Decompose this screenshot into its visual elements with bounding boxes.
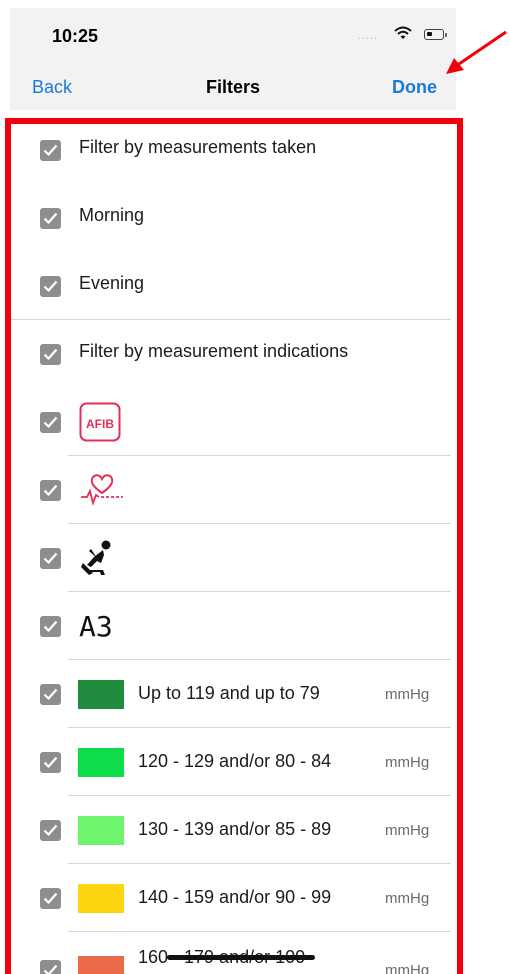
page-title: Filters — [205, 77, 261, 97]
afib-icon: AFIB — [79, 402, 121, 442]
range-label: 140 - 159 and/or 90 - 99 — [138, 887, 332, 907]
checkbox[interactable] — [40, 820, 61, 841]
section-divider — [11, 319, 451, 320]
row-divider — [68, 523, 451, 524]
row-divider — [68, 591, 451, 592]
checkbox[interactable] — [40, 140, 61, 161]
item-label: Evening — [79, 273, 145, 293]
unit-label: mmHg — [385, 962, 430, 974]
checkbox[interactable] — [40, 960, 61, 974]
filter-evening-row[interactable]: Evening — [11, 253, 457, 320]
status-bar: 10:25 ..... — [10, 8, 456, 55]
range-row[interactable]: 130 - 139 and/or 85 - 89 mmHg — [11, 797, 457, 864]
color-swatch — [78, 748, 124, 777]
color-swatch — [78, 816, 124, 845]
checkbox[interactable] — [40, 752, 61, 773]
filter-measurement-indications-row[interactable]: Filter by measurement indications — [11, 321, 457, 388]
svg-text:A3: A3 — [79, 610, 113, 642]
checkbox[interactable] — [40, 616, 61, 637]
range-row[interactable]: 160 - 179 and/or 100 mmHg — [11, 933, 457, 974]
filter-list: Filter by measurements taken Morning Eve… — [5, 118, 463, 974]
annotation-arrow-icon — [446, 30, 507, 74]
checkbox[interactable] — [40, 684, 61, 705]
filter-afib-row[interactable]: AFIB — [11, 389, 457, 456]
row-divider — [68, 727, 451, 728]
filter-a3-row[interactable]: A3 — [11, 593, 457, 660]
row-divider — [68, 659, 451, 660]
color-swatch — [78, 956, 124, 974]
color-swatch — [78, 680, 124, 709]
home-indicator — [167, 955, 315, 960]
filter-morning-row[interactable]: Morning — [11, 185, 457, 252]
range-label: 120 - 129 and/or 80 - 84 — [138, 751, 332, 771]
unit-label: mmHg — [385, 890, 430, 907]
item-label: Filter by measurements taken — [79, 137, 317, 157]
wifi-icon — [394, 26, 412, 45]
a3-display-icon: A3 — [79, 610, 113, 642]
filter-irregular-heartbeat-row[interactable] — [11, 457, 457, 524]
status-time: 10:25 — [52, 26, 99, 46]
color-swatch — [78, 884, 124, 913]
unit-label: mmHg — [385, 822, 430, 839]
filter-measurements-taken-row[interactable]: Filter by measurements taken — [11, 124, 457, 184]
resting-person-icon — [81, 540, 111, 575]
checkbox[interactable] — [40, 276, 61, 297]
cellular-signal-icon: ..... — [357, 30, 378, 42]
row-divider — [68, 795, 451, 796]
range-row[interactable]: 140 - 159 and/or 90 - 99 mmHg — [11, 865, 457, 932]
checkbox[interactable] — [40, 548, 61, 569]
navigation-bar: Back Filters Done — [10, 55, 456, 110]
checkbox[interactable] — [40, 208, 61, 229]
done-button[interactable]: Done — [392, 77, 437, 98]
row-divider — [68, 863, 451, 864]
checkbox[interactable] — [40, 412, 61, 433]
checkbox[interactable] — [40, 888, 61, 909]
row-divider — [68, 455, 451, 456]
checkbox[interactable] — [40, 344, 61, 365]
checkbox[interactable] — [40, 480, 61, 501]
item-label: Filter by measurement indications — [79, 341, 349, 361]
unit-label: mmHg — [385, 754, 430, 771]
range-label: 130 - 139 and/or 85 - 89 — [138, 819, 332, 839]
range-row[interactable]: 120 - 129 and/or 80 - 84 mmHg — [11, 729, 457, 796]
item-label: Morning — [79, 205, 145, 225]
unit-label: mmHg — [385, 686, 430, 703]
range-row[interactable]: Up to 119 and up to 79 mmHg — [11, 661, 457, 728]
irregular-heartbeat-icon — [81, 474, 123, 507]
filter-resting-row[interactable] — [11, 525, 457, 592]
range-label: Up to 119 and up to 79 — [138, 683, 320, 703]
svg-text:AFIB: AFIB — [86, 417, 114, 431]
row-divider — [68, 931, 451, 932]
